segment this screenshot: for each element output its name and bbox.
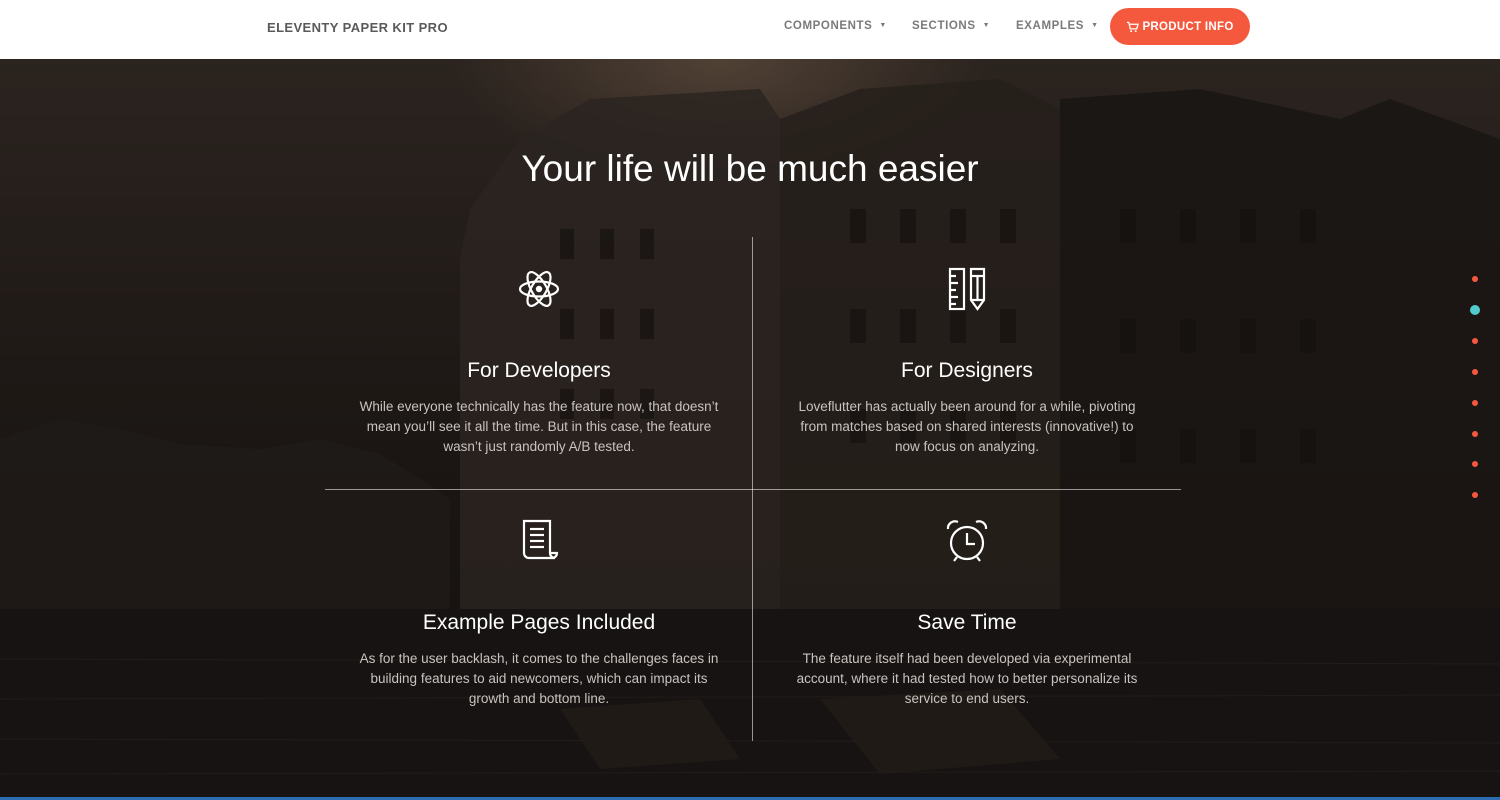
atom-icon [518,271,560,307]
feature-description: While everyone technically has the featu… [359,399,719,454]
paper-scroll-icon [522,519,559,560]
section-nav-dot[interactable] [1472,338,1478,344]
section-title: Your life will be much easier [521,148,979,189]
caret-down-icon: ▼ [879,22,887,29]
nav-components-label: COMPONENTS [784,20,873,32]
section-nav-dot[interactable] [1472,492,1478,498]
section-nav-dot[interactable] [1472,369,1478,375]
feature-title: For Developers [467,359,611,382]
ruler-pencil-icon [948,267,986,311]
feature-title: For Designers [901,359,1033,382]
feature-designers: For Designers Loveflutter has actually b… [777,266,1157,454]
section-nav-dot-active[interactable] [1470,305,1480,315]
navbar: ELEVENTY PAPER KIT PRO COMPONENTS ▼ SECTI… [0,0,1500,59]
horizontal-divider [325,489,1181,490]
shopping-cart-icon [1127,21,1140,32]
nav-examples-dropdown[interactable]: EXAMPLES ▼ [1016,20,1099,32]
section-nav-dot[interactable] [1472,461,1478,467]
feature-title: Example Pages Included [422,611,656,634]
section-nav-dot[interactable] [1472,431,1478,437]
feature-description: Loveflutter has actually been around for… [798,399,1136,454]
section-nav-dot[interactable] [1472,400,1478,406]
caret-down-icon: ▼ [982,22,991,29]
section-nav-dot[interactable] [1472,276,1478,282]
feature-example-pages: Example Pages Included As for the user b… [349,518,729,706]
nav-components-dropdown[interactable]: COMPONENTS ▼ [784,20,887,32]
feature-save-time: Save Time The feature itself had been de… [777,518,1157,706]
brand-logo-text[interactable]: ELEVENTY PAPER KIT PRO [267,20,448,35]
feature-description: The feature itself had been developed vi… [796,651,1138,706]
feature-title: Save Time [917,611,1017,634]
nav-sections-dropdown[interactable]: SECTIONS ▼ [912,20,990,32]
nav-examples-label: EXAMPLES [1016,20,1085,32]
feature-description: As for the user backlash, it comes to th… [359,651,719,706]
caret-down-icon: ▼ [1091,22,1099,29]
feature-developers: For Developers While everyone technicall… [349,266,729,454]
product-info-label: PRODUCT INFO [1142,20,1234,33]
product-info-button[interactable]: PRODUCT INFO [1110,8,1250,45]
nav-sections-label: SECTIONS [912,20,976,32]
alarm-clock-icon [946,520,988,562]
